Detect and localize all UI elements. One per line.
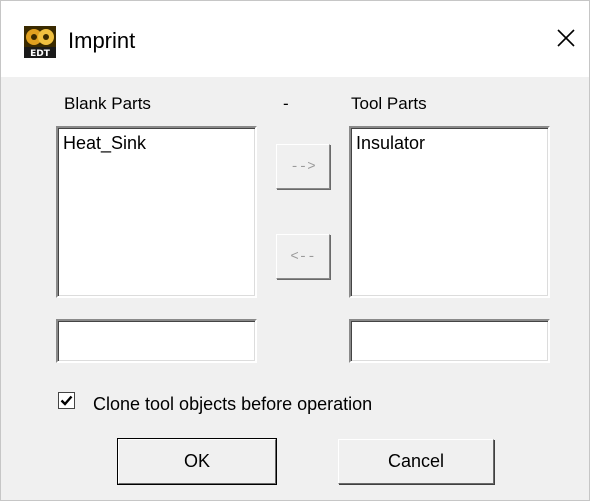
list-item[interactable]: Heat_Sink	[58, 128, 255, 154]
imprint-dialog: EDT Imprint Blank Parts - Tool Parts Hea…	[0, 0, 590, 501]
cancel-button[interactable]: Cancel	[338, 439, 494, 484]
tool-parts-list[interactable]: Insulator	[349, 126, 550, 298]
blank-parts-label: Blank Parts	[64, 94, 151, 113]
ok-button[interactable]: OK	[117, 438, 277, 485]
close-icon	[557, 29, 575, 47]
app-icon-text: EDT	[30, 49, 51, 58]
ok-button-label: OK	[183, 451, 210, 471]
blank-parts-input[interactable]	[56, 319, 257, 363]
checkmark-icon	[60, 395, 73, 406]
title-bar[interactable]: EDT Imprint	[1, 1, 589, 77]
cancel-button-label: Cancel	[387, 451, 445, 471]
move-to-tool-button[interactable]: -->	[276, 144, 330, 189]
edt-app-icon: EDT	[24, 26, 56, 58]
left-arrow-label: <--	[290, 248, 316, 265]
clone-checkbox-label[interactable]: Clone tool objects before operation	[93, 394, 372, 414]
dialog-title: Imprint	[68, 28, 136, 53]
move-to-blank-button[interactable]: <--	[276, 234, 330, 279]
right-arrow-label: -->	[290, 158, 316, 175]
tool-parts-label: Tool Parts	[351, 94, 427, 113]
list-item[interactable]: Insulator	[351, 128, 548, 154]
close-button[interactable]	[541, 15, 590, 61]
clone-checkbox[interactable]	[58, 392, 75, 409]
blank-parts-list[interactable]: Heat_Sink	[56, 126, 257, 298]
separator-label: -	[283, 94, 289, 113]
tool-parts-input[interactable]	[349, 319, 550, 363]
